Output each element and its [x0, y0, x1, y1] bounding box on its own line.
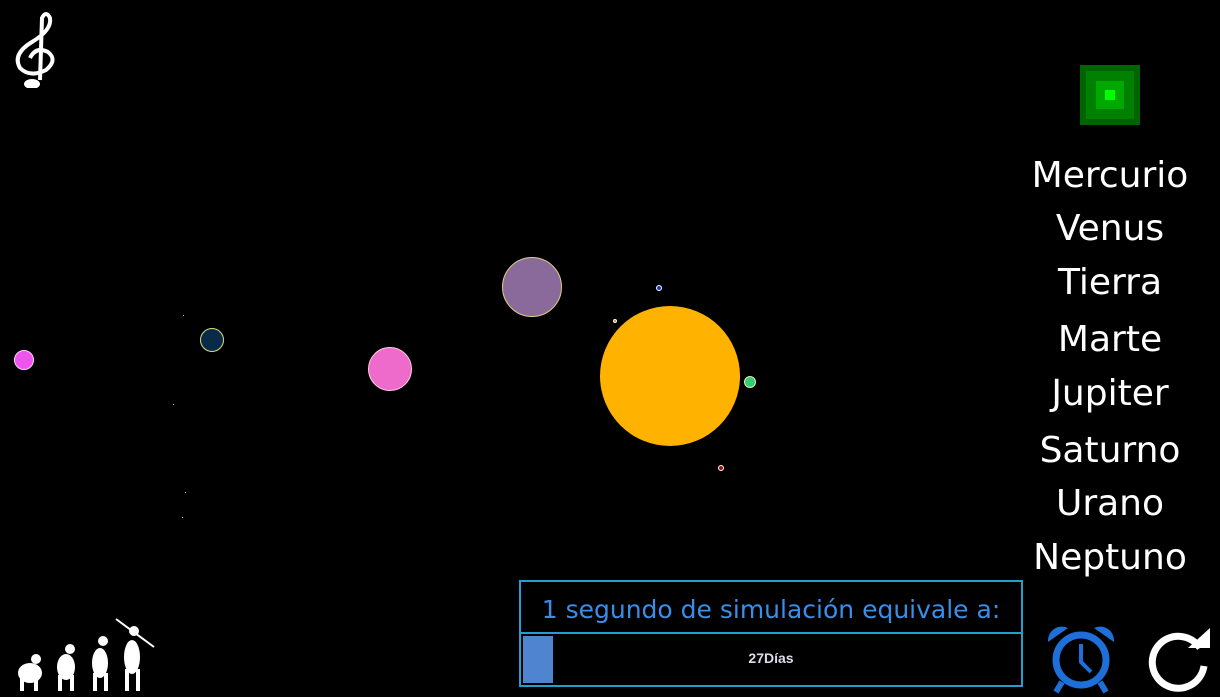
reset-button[interactable]: [1148, 626, 1214, 696]
moon-dot: [173, 404, 174, 405]
planet-neptune[interactable]: [14, 350, 34, 370]
moon-dot: [182, 517, 183, 518]
planet-saturn[interactable]: [502, 257, 562, 317]
planet-mercury[interactable]: [613, 319, 617, 323]
moon-dot: [183, 315, 184, 316]
treble-clef-icon: [15, 12, 55, 89]
evolution-icon: [18, 618, 155, 691]
speed-panel: 1 segundo de simulación equivale a: 27Dí…: [519, 580, 1023, 687]
green-square-core: [1105, 90, 1115, 100]
view-toggle-button[interactable]: [1080, 65, 1140, 125]
planet-earth[interactable]: [744, 376, 756, 388]
alarm-button[interactable]: [1044, 622, 1118, 697]
planet-menu-venus[interactable]: Venus: [1010, 209, 1210, 249]
planet-menu-neptuno[interactable]: Neptuno: [1010, 538, 1210, 578]
refresh-icon: [1148, 628, 1210, 692]
speed-slider[interactable]: 27Días: [521, 634, 1021, 685]
planet-mars[interactable]: [718, 465, 724, 471]
planet-menu-tierra[interactable]: Tierra: [1010, 263, 1210, 303]
solar-system-simulator: Mercurio Venus Tierra Marte Jupiter Satu…: [0, 0, 1220, 697]
planet-jupiter[interactable]: [368, 347, 412, 391]
moon-dot: [185, 492, 186, 493]
music-toggle-button[interactable]: [6, 8, 62, 92]
planet-menu-mercurio[interactable]: Mercurio: [1010, 156, 1210, 196]
evolution-button[interactable]: [8, 615, 158, 697]
planet-menu-marte[interactable]: Marte: [1010, 320, 1210, 360]
speed-title: 1 segundo de simulación equivale a:: [521, 582, 1021, 634]
sun[interactable]: [600, 306, 740, 446]
planet-menu-urano[interactable]: Urano: [1010, 484, 1210, 524]
planet-menu-saturno[interactable]: Saturno: [1010, 431, 1210, 471]
planet-venus[interactable]: [656, 285, 662, 291]
planet-menu-jupiter[interactable]: Jupiter: [1010, 374, 1210, 414]
alarm-clock-icon: [1047, 626, 1115, 694]
speed-value-label: 27Días: [748, 650, 794, 666]
planet-uranus[interactable]: [200, 328, 224, 352]
